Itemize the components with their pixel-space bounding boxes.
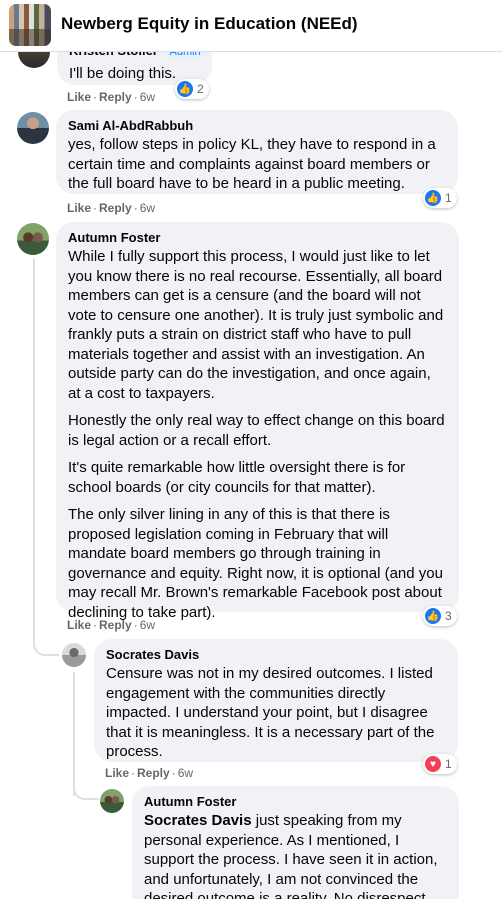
avatar[interactable] [17,112,49,144]
group-cover-thumbnail[interactable] [9,4,51,46]
comment-paragraph: It's quite remarkable how little oversig… [68,459,406,496]
comment-actions: Like · Reply · 6w [67,618,156,632]
reply-button[interactable]: Reply [99,201,132,215]
reaction-number: 1 [445,191,452,205]
reaction-number: 2 [197,82,204,96]
avatar[interactable] [100,789,124,813]
reaction-count[interactable]: 👍 1 [423,188,457,208]
group-title[interactable]: Newberg Equity in Education (NEEd) [61,14,358,34]
comment-author[interactable]: Autumn Foster [68,230,447,246]
timestamp[interactable]: 6w [140,618,155,632]
comment-actions: Like · Reply · 6w [67,90,156,104]
comment-author[interactable]: Autumn Foster [144,794,447,810]
reaction-count[interactable]: 👍 3 [423,606,457,626]
thread-connector [73,672,75,796]
comment-paragraph: Honestly the only real way to effect cha… [68,412,445,449]
reply-bubble: Socrates Davis Censure was not in my des… [94,639,458,762]
thumbs-up-icon: 👍 [425,190,441,206]
comment-actions: Like · Reply · 6w [67,201,156,215]
reply-button[interactable]: Reply [99,618,132,632]
comment-paragraph: The only silver lining in any of this is… [68,506,443,621]
comment-text: Censure was not in my desired outcomes. … [106,665,435,760]
avatar[interactable] [17,223,49,255]
comment-paragraph: While I fully support this process, I wo… [68,248,444,402]
comment-bubble: Sami Al-AbdRabbuh yes, follow steps in p… [56,110,458,194]
like-button[interactable]: Like [67,618,91,632]
thread-connector [33,258,35,628]
comment-author[interactable]: Sami Al-AbdRabbuh [68,118,446,134]
thumbs-up-icon: 👍 [425,608,441,624]
like-button[interactable]: Like [105,766,129,780]
reply-connector [73,780,99,800]
comment-author[interactable]: Socrates Davis [106,647,446,663]
mention-link[interactable]: Socrates Davis [144,812,252,829]
timestamp[interactable]: 6w [178,766,193,780]
like-button[interactable]: Like [67,201,91,215]
comment-text: yes, follow steps in policy KL, they hav… [68,136,436,192]
thumbs-up-icon: 👍 [177,81,193,97]
reaction-number: 1 [445,757,452,771]
group-header: Newberg Equity in Education (NEEd) [0,0,502,52]
heart-icon: ♥ [425,756,441,772]
reply-button[interactable]: Reply [99,90,132,104]
reply-connector [33,628,59,656]
comment-actions: Like · Reply · 6w [105,766,194,780]
comment-text: Socrates Davis just speaking from my per… [144,811,447,899]
comment-bubble: Autumn Foster While I fully support this… [56,222,459,621]
comment-text: While I fully support this process, I wo… [68,247,447,622]
reaction-count[interactable]: ♥ 1 [423,754,457,774]
reply-button[interactable]: Reply [137,766,170,780]
reply-bubble: Autumn Foster Socrates Davis just speaki… [132,786,459,899]
timestamp[interactable]: 6w [140,201,155,215]
avatar[interactable] [62,643,86,667]
reaction-count[interactable]: 👍 2 [175,79,209,99]
like-button[interactable]: Like [67,90,91,104]
timestamp[interactable]: 6w [140,90,155,104]
reaction-number: 3 [445,609,452,623]
